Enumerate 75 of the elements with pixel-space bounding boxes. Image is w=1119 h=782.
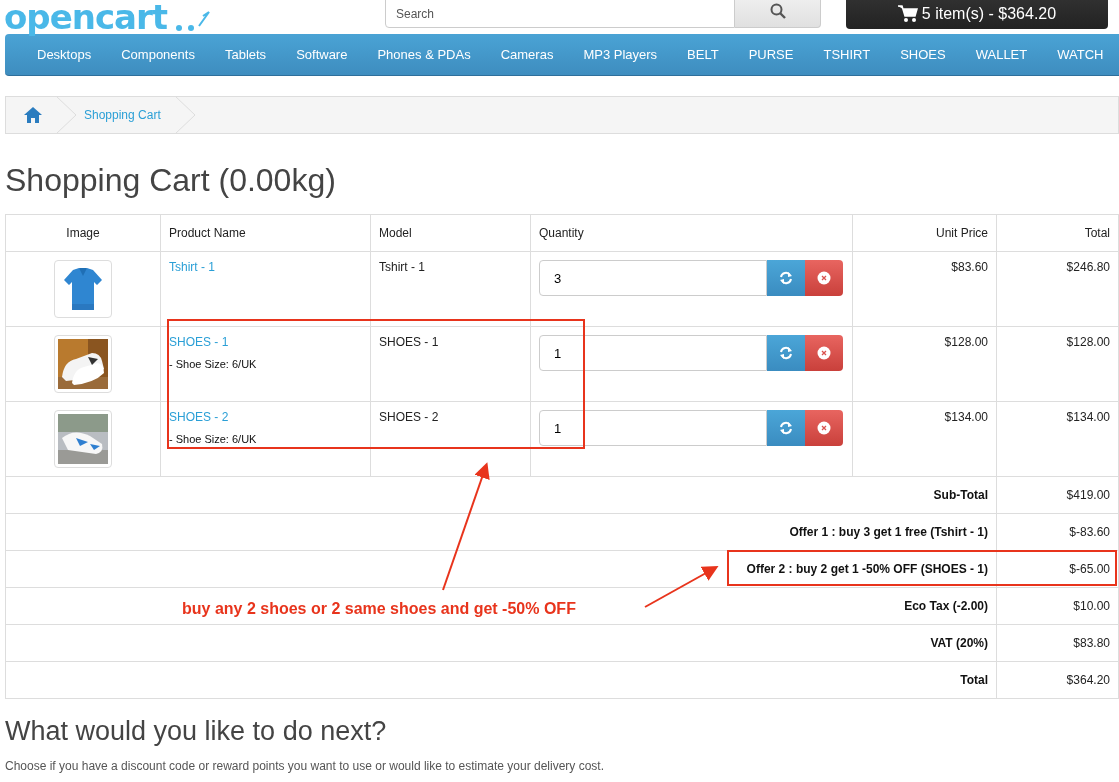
total-value: $83.80 xyxy=(1073,636,1110,650)
menu-item[interactable]: MP3 Players xyxy=(568,47,673,62)
total-label: Offer 2 : buy 2 get 1 -50% OFF (SHOES - 1) xyxy=(746,562,988,576)
product-thumbnail[interactable] xyxy=(54,260,112,318)
remove-button[interactable] xyxy=(805,410,843,446)
total-label: VAT (20%) xyxy=(930,636,988,650)
total-label: Offer 1 : buy 3 get 1 free (Tshirt - 1) xyxy=(789,525,988,539)
refresh-icon xyxy=(779,346,793,360)
cart-button[interactable]: 5 item(s) - $364.20 xyxy=(846,0,1108,29)
line-total: $134.00 xyxy=(1066,410,1110,424)
column-header: Model xyxy=(370,214,531,252)
column-header: Quantity xyxy=(530,214,853,252)
menu-item[interactable]: SHOES xyxy=(885,47,961,62)
line-total: $246.80 xyxy=(1066,260,1110,274)
section-text: Choose if you have a discount code or reward points you want to use or would like to estimate your delivery cost. xyxy=(5,759,605,773)
menu-item[interactable]: WATCH xyxy=(1042,47,1119,62)
total-label: Total xyxy=(960,673,988,687)
quantity-field[interactable]: 1 xyxy=(539,335,767,371)
menu-item[interactable]: PURSE xyxy=(733,47,809,62)
refresh-button[interactable] xyxy=(767,260,805,296)
column-header: Image xyxy=(5,214,161,252)
annotation-note: buy any 2 shoes or 2 same shoes and get -50% OFF xyxy=(182,600,576,618)
search-button[interactable] xyxy=(735,0,821,28)
menu-item[interactable]: Phones & PDAs xyxy=(362,47,486,62)
search-field[interactable]: Search xyxy=(385,0,735,28)
unit-price: $134.00 xyxy=(944,410,988,424)
refresh-icon xyxy=(779,271,793,285)
remove-icon xyxy=(817,271,831,285)
menu-item[interactable]: WALLET xyxy=(960,47,1043,62)
total-value: $-83.60 xyxy=(1069,525,1110,539)
product-link[interactable]: SHOES - 2 xyxy=(169,410,229,424)
total-value: $364.20 xyxy=(1066,673,1110,687)
product-thumbnail[interactable] xyxy=(54,410,112,468)
remove-icon xyxy=(817,421,831,435)
product-thumbnail[interactable] xyxy=(54,335,112,393)
menu-item[interactable]: Software xyxy=(281,47,363,62)
refresh-icon xyxy=(779,421,793,435)
total-value: $10.00 xyxy=(1073,599,1110,613)
menu-item[interactable]: Tablets xyxy=(209,47,282,62)
total-label: Sub-Total xyxy=(933,488,988,502)
unit-price: $83.60 xyxy=(951,260,988,274)
column-header: Unit Price xyxy=(852,214,997,252)
model-text: Tshirt - 1 xyxy=(379,260,425,274)
product-option: - Shoe Size: 6/UK xyxy=(169,433,362,445)
remove-button[interactable] xyxy=(805,260,843,296)
product-option: - Shoe Size: 6/UK xyxy=(169,358,362,370)
line-total: $128.00 xyxy=(1066,335,1110,349)
remove-button[interactable] xyxy=(805,335,843,371)
total-label: Eco Tax (-2.00) xyxy=(904,599,988,613)
menu-item[interactable]: TSHIRT xyxy=(808,47,886,62)
menu-item[interactable]: BELT xyxy=(672,47,734,62)
product-link[interactable]: Tshirt - 1 xyxy=(169,260,215,274)
product-link[interactable]: SHOES - 1 xyxy=(169,335,229,349)
column-header: Total xyxy=(996,214,1119,252)
unit-price: $128.00 xyxy=(944,335,988,349)
remove-icon xyxy=(817,346,831,360)
breadcrumb-link[interactable]: Shopping Cart xyxy=(78,108,175,122)
model-text: SHOES - 2 xyxy=(379,410,439,424)
menu-item[interactable]: Desktops xyxy=(22,47,107,62)
menu-item[interactable]: Components xyxy=(106,47,210,62)
column-header: Product Name xyxy=(160,214,371,252)
model-text: SHOES - 1 xyxy=(379,335,439,349)
menu-item[interactable]: Cameras xyxy=(485,47,569,62)
logo-dots-icon xyxy=(175,10,212,34)
search-icon xyxy=(769,3,786,19)
quantity-field[interactable]: 3 xyxy=(539,260,767,296)
total-value: $419.00 xyxy=(1066,488,1110,502)
refresh-button[interactable] xyxy=(767,410,805,446)
page-heading: Shopping Cart (0.00kg) xyxy=(5,162,337,198)
refresh-button[interactable] xyxy=(767,335,805,371)
logo[interactable]: opencart xyxy=(4,0,376,34)
cart-icon xyxy=(897,5,918,23)
quantity-field[interactable]: 1 xyxy=(539,410,767,446)
total-value: $-65.00 xyxy=(1069,562,1110,576)
section-heading: What would you like to do next? xyxy=(5,715,388,747)
